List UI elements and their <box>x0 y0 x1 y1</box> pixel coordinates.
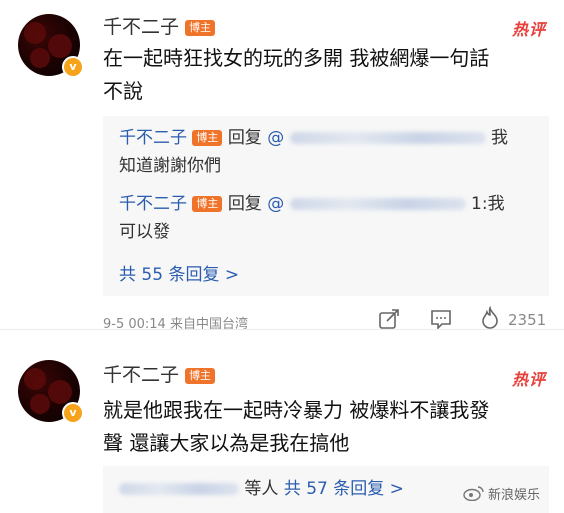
like-count: 2351 <box>508 311 547 329</box>
more-replies-link[interactable]: 共 55 条回复 > <box>119 260 239 285</box>
comment-text: 就是他跟我在一起時冷暴力 被爆料不讓我發 聲 還讓大家以為是我在搞他 <box>103 398 490 455</box>
comment-text: 在一起時狂找女的玩的多開 我被網爆一句話 不說 <box>103 46 490 103</box>
blogger-tag: 博主 <box>185 367 216 384</box>
reply-box[interactable]: 千不二子 博主 回复 @ 我 知道謝謝你們 千不二子 博主 回复 @ 1:我 可… <box>103 116 549 296</box>
hot-comment-badge: 热评 <box>511 370 546 389</box>
watermark-text: 新浪娱乐 <box>488 488 541 503</box>
share-icon[interactable] <box>378 308 400 330</box>
blurred-username <box>289 132 486 144</box>
comment-username[interactable]: 千不二子 博主 <box>103 12 216 39</box>
blogger-tag: 博主 <box>192 196 223 212</box>
reply-username[interactable]: 千不二子 <box>119 128 187 148</box>
verified-badge-icon: v <box>62 402 84 424</box>
reply-item[interactable]: 千不二子 博主 回复 @ 我 知道謝謝你們 <box>119 124 537 180</box>
weibo-watermark-icon <box>463 485 485 502</box>
blurred-username <box>289 198 466 210</box>
reply-username[interactable]: 千不二子 <box>119 194 187 214</box>
blurred-username <box>119 483 239 495</box>
reply-item[interactable]: 千不二子 博主 回复 @ 1:我 可以發 <box>119 190 537 246</box>
hot-comment-badge: 热评 <box>511 20 546 39</box>
more-replies-link[interactable]: 共 57 条回复 > <box>284 479 404 499</box>
verified-badge-icon: v <box>62 56 84 78</box>
blogger-tag: 博主 <box>185 19 216 36</box>
comment-icon[interactable] <box>430 308 452 330</box>
like-icon[interactable] <box>480 306 500 330</box>
comment-username[interactable]: 千不二子 博主 <box>103 360 216 387</box>
comment-item: v 千不二子 博主 热评 在一起時狂找女的玩的多開 我被網爆一句話 不說 千不二… <box>0 0 564 332</box>
blogger-tag: 博主 <box>192 130 223 146</box>
